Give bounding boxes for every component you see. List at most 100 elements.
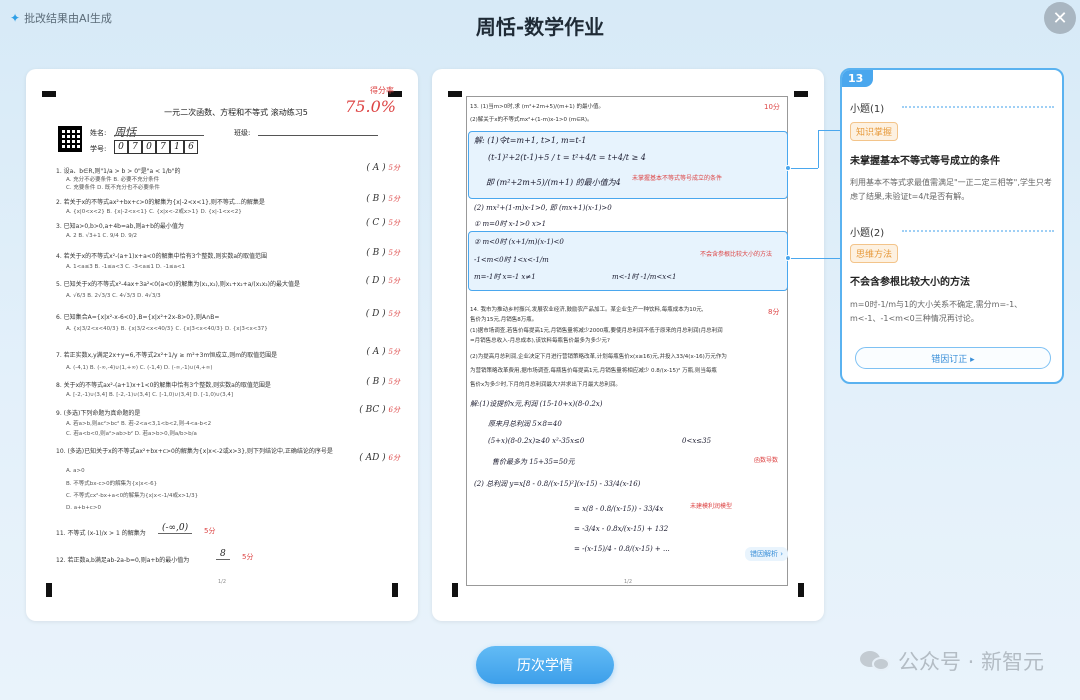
error-note: 函数导数 <box>754 457 779 464</box>
question-4: 4. 若关于x的不等式x²-(a+1)x+a<0的解集中恰有3个整数,则实数a的… <box>56 253 268 260</box>
points-14: 8分 <box>768 308 780 316</box>
answer-10: ( AD ) 6分 <box>359 453 400 463</box>
option-10d: D. a+b+c>0 <box>66 505 101 511</box>
id-digit: 6 <box>184 140 198 154</box>
handwriting-line: (5+x)(8-0.2x)≥40 x²-35x≤0 <box>488 437 585 445</box>
error-analysis-link[interactable]: 错因解析 › <box>744 547 788 561</box>
handwriting-line: 0<x≤35 <box>682 437 712 445</box>
page-number: 1/2 <box>217 579 227 585</box>
history-button[interactable]: 历次学情 <box>476 646 614 684</box>
id-digit: 0 <box>114 140 128 154</box>
option-10a: A. a>0 <box>66 468 85 474</box>
registration-mark <box>798 583 804 597</box>
wechat-icon <box>859 649 892 673</box>
subquestion-1-title: 小题(1) <box>850 104 885 115</box>
options-4: A. 1<a≤3 B. -1≤a<3 C. -3<a≤1 D. -1≤a<1 <box>66 264 186 270</box>
question-14-line: =月销售总收入-月总成本),该饮料每瓶售价最多为多少元? <box>470 338 610 344</box>
question-13-part2: (2)解关于x的不等式mx²+(1-m)x-1>0 (m∈R)。 <box>470 117 593 123</box>
question-11: 11. 不等式 (x-1)/x > 1 的解集为 <box>56 530 146 537</box>
divider <box>902 106 1054 108</box>
options-2: A. {x|0<x<2} B. {x|-2<x<1} C. {x|x<-2或x>… <box>66 209 242 215</box>
error-note: 未掌握基本不等式等号成立的条件 <box>632 175 723 182</box>
subquestion-2-heading: 不会含参根比较大小的方法 <box>850 277 970 288</box>
question-6: 6. 已知集合A={x|x²-x-6<0},B={x|x²+2x-8>0},则A… <box>56 314 220 321</box>
subquestion-1-desc: 利用基本不等式求最值需满足"一正二定三相等",学生只考虑了结果,未验证t=4/t… <box>850 178 1052 201</box>
id-digit: 7 <box>156 140 170 154</box>
subquestion-1-heading: 未掌握基本不等式等号成立的条件 <box>850 156 1000 167</box>
error-note: 不会含参根比较大小的方法 <box>700 251 773 258</box>
question-14-line: 14. 我市为推动乡村振兴,发展农业经济,鼓励农产品加工。某企业生产一种饮料,每… <box>470 307 704 313</box>
answer-3: ( C ) 5分 <box>366 218 400 228</box>
handwriting-line: m<-1时 -1/m<x<1 <box>612 273 677 281</box>
handwriting-line: (2) mx²+(1-m)x-1>0, 即 (mx+1)(x-1)>0 <box>474 204 612 212</box>
id-label: 学号: <box>90 145 107 153</box>
handwriting-line: 即 (m²+2m+5)/(m+1) 的最小值为4 <box>486 178 621 187</box>
question-14-line: 售价x为多少时,下月的月总利润最大?并求出下月最大总利润。 <box>470 382 621 388</box>
options-9a: A. 若a>b,则ac²>bc² B. 若-2<a<3,1<b<2,则-4<a-… <box>66 421 212 427</box>
connector-line <box>818 130 842 131</box>
question-8: 8. 关于x的不等式ax²-(a+1)x+1<0的解集中恰有3个整数,则实数a的… <box>56 382 271 389</box>
error-note: 未建模利润模型 <box>690 503 733 510</box>
points-11: 5分 <box>204 527 216 535</box>
question-14-line: 售价为15元,月销售8万瓶。 <box>470 317 538 323</box>
points-12: 5分 <box>242 553 254 561</box>
points-13: 10分 <box>764 103 780 111</box>
registration-mark <box>42 91 56 97</box>
answer-2: ( B ) 5分 <box>366 194 400 204</box>
handwriting-line: = -3/4x - 0.8x/(x-15) + 132 <box>574 525 669 533</box>
name-label: 姓名: <box>90 129 107 137</box>
handwriting-line: 解: (1)令t=m+1, t>1, m=t-1 <box>474 136 587 145</box>
page-number: 1/2 <box>623 579 633 585</box>
answer-12: 8 <box>216 549 230 560</box>
score-label: 得分率 <box>370 86 394 95</box>
question-1: 1. 设a、b∈R,则"1/a > b > 0"是"a < 1/b"的 <box>56 168 181 175</box>
id-digit: 0 <box>142 140 156 154</box>
divider <box>902 230 1054 232</box>
error-correction-button[interactable]: 错因订正 ▸ <box>855 347 1051 369</box>
connector-dot <box>785 255 791 261</box>
student-name: 周恬 <box>114 126 136 139</box>
options-3: A. 2 B. √3+1 C. 9/4 D. 9/2 <box>66 233 138 239</box>
answer-4: ( B ) 5分 <box>366 248 400 258</box>
connector-line <box>788 168 818 169</box>
options-7: A. (-4,1) B. (-∞,-4)∪(1,+∞) C. (-1,4) D.… <box>66 365 213 371</box>
registration-mark <box>392 583 398 597</box>
connector-line <box>818 130 819 168</box>
knowledge-tag: 知识掌握 <box>850 122 899 141</box>
question-14-line: (2)为提高月总利润,企业决定下月进行营销策略改革,计划每瓶售价x(x≥16)元… <box>470 354 727 360</box>
method-tag: 思维方法 <box>850 244 899 263</box>
options-1b: C. 充要条件 D. 既不充分也不必要条件 <box>66 185 160 191</box>
answer-9: ( BC ) 6分 <box>359 405 400 415</box>
homework-page-right: 13. (1)当m>0时,求 (m²+2m+5)/(m+1) 的最小值。 10分… <box>432 69 824 621</box>
handwriting-line: 售价最多为 15+35=50元 <box>492 458 575 466</box>
answer-8: ( B ) 5分 <box>366 377 400 387</box>
options-8: A. [-2,-1)∪(3,4] B. [-2,-1)∪(3,4] C. [-1… <box>66 392 234 398</box>
handwriting-line: m=-1时 x=-1 x≠1 <box>474 273 536 281</box>
question-3: 3. 已知a>0,b>0,a+4b=ab,则a+b的最小值为 <box>56 223 184 230</box>
question-14-line: (1)据市场调查,若售价每提高1元,月销售量将减少2000瓶,要使月总利润不低于… <box>470 328 723 334</box>
options-1a: A. 充分不必要条件 B. 必要不充分条件 <box>66 177 160 183</box>
registration-mark <box>448 91 462 97</box>
options-5: A. √6/3 B. 2√3/3 C. 4√3/3 D. 4√3/3 <box>66 293 161 299</box>
handwriting-line: ② m<0时 (x+1/m)(x-1)<0 <box>474 238 564 246</box>
registration-mark <box>794 91 808 97</box>
answer-7: ( A ) 5分 <box>366 347 400 357</box>
handwriting-line: = -(x-15)/4 - 0.8/(x-15) + ... <box>574 545 670 553</box>
question-number-badge: 13 <box>842 70 874 87</box>
question-12: 12. 若正数a,b满足ab-2a-b=0,则a+b的最小值为 <box>56 557 190 564</box>
close-icon[interactable]: ✕ <box>1044 2 1076 34</box>
answer-11: (-∞,0) <box>158 523 193 534</box>
handwriting-line: = x(8 - 0.8/(x-15)) - 33/4x <box>574 505 664 513</box>
registration-mark <box>452 583 458 597</box>
student-id-boxes: 0 7 0 7 1 6 <box>114 140 198 154</box>
watermark-text: 公众号 · 新智元 <box>897 650 1044 674</box>
class-label: 班级: <box>234 129 251 137</box>
question-2: 2. 若关于x的不等式ax²+bx+c>0的解集为{x|-2<x<1},则不等式… <box>56 199 265 206</box>
question-14-line: 为营销策略改革费用,据市场调查,每瓶售价每提高1元,月销售量将相应减少 0.8/… <box>470 368 717 374</box>
name-underline <box>114 135 204 136</box>
option-10c: C. 不等式cx²-bx+a<0的解集为{x|x<-1/4或x>1/3} <box>66 493 199 499</box>
handwriting-line: 解:(1)设提价x元,利润 (15-10+x)(8-0.2x) <box>470 400 603 408</box>
class-underline <box>258 135 378 136</box>
subquestion-2-desc: m=0时-1/m与1的大小关系不确定,需分m=-1、m<-1、-1<m<0三种情… <box>850 300 1023 323</box>
id-digit: 7 <box>128 140 142 154</box>
